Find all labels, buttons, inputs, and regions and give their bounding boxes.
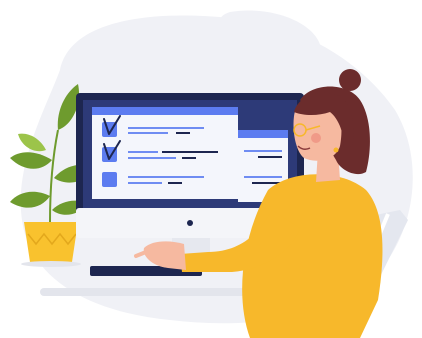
text-line <box>168 182 182 184</box>
text-line <box>176 132 190 134</box>
hair-bun <box>339 69 361 91</box>
text-line <box>128 176 204 178</box>
pot-shadow <box>21 261 81 267</box>
text-line <box>244 176 282 178</box>
text-line <box>162 151 218 153</box>
illustration-scene <box>10 10 413 338</box>
cheek <box>311 133 321 143</box>
text-line <box>128 182 162 184</box>
checkbox-empty-icon <box>102 172 117 187</box>
text-line <box>128 157 176 159</box>
monitor-power-dot <box>187 220 193 226</box>
checklist-window-bar <box>92 107 238 115</box>
text-line <box>128 132 168 134</box>
earring <box>333 147 339 153</box>
text-line <box>128 151 158 153</box>
text-line <box>128 127 204 129</box>
text-line <box>244 150 282 152</box>
back-window-bar <box>238 130 288 138</box>
text-line <box>258 156 282 158</box>
text-line <box>182 157 196 159</box>
